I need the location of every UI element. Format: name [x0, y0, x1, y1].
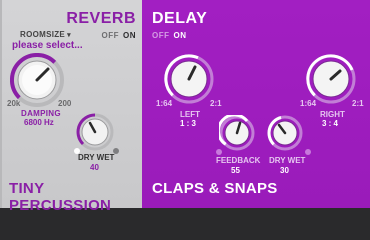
reverb-on-label[interactable]: ON	[123, 31, 136, 40]
delay-title: DELAY	[152, 10, 208, 27]
delay-left-label: LEFT	[180, 110, 200, 119]
delay-feedback-label: FEEDBACK	[216, 156, 261, 165]
delay-left-knob[interactable]	[164, 54, 214, 104]
delay-feedback-min-dot	[216, 149, 222, 155]
roomsize-select[interactable]: please select...	[12, 40, 83, 51]
dropdown-caret-icon[interactable]: ▾	[67, 32, 71, 39]
delay-right-max-label: 2:1	[352, 99, 364, 108]
delay-off-label[interactable]: OFF	[152, 31, 170, 40]
delay-preset-name: CLAPS & SNAPS	[152, 180, 278, 197]
delay-drywet-value: 30	[280, 166, 289, 175]
reverb-off-label[interactable]: OFF	[102, 31, 120, 40]
delay-left-min-label: 1:64	[156, 99, 173, 108]
delay-feedback-knob[interactable]	[219, 115, 255, 151]
reverb-onoff-toggle[interactable]: OFF ON	[102, 31, 137, 40]
delay-on-label[interactable]: ON	[174, 31, 187, 40]
reverb-panel: REVERB OFF ON ROOMSIZE ▾ please select... …	[0, 0, 142, 214]
delay-right-label: RIGHT	[320, 110, 345, 119]
delay-drywet-wet-dot	[305, 149, 311, 155]
delay-right-knob[interactable]	[306, 54, 356, 104]
delay-onoff-toggle[interactable]: OFF ON	[152, 31, 187, 40]
delay-right-min-label: 1:64	[300, 99, 317, 108]
damping-min-label: 20k	[7, 99, 21, 108]
delay-right-value: 3 : 4	[322, 119, 339, 128]
reverb-drywet-knob[interactable]	[76, 113, 114, 151]
reverb-drywet-label: DRY WET	[78, 153, 115, 162]
delay-left-value: 1 : 3	[180, 119, 197, 128]
damping-max-label: 200	[58, 99, 72, 108]
delay-drywet-label: DRY WET	[269, 156, 306, 165]
reverb-title: REVERB	[66, 10, 136, 27]
delay-left-max-label: 2:1	[210, 99, 222, 108]
reverb-preset-name: TINY PERCUSSION	[9, 180, 112, 214]
reverb-drywet-value: 40	[90, 163, 99, 172]
delay-feedback-value: 55	[231, 166, 240, 175]
delay-drywet-knob[interactable]	[267, 115, 303, 151]
roomsize-label-text: ROOMSIZE	[20, 30, 66, 39]
fx-panel: REVERB OFF ON ROOMSIZE ▾ please select... …	[0, 0, 370, 214]
roomsize-label[interactable]: ROOMSIZE ▾	[20, 30, 71, 39]
delay-panel: DELAY OFF ON 1:64 2:1 LEFT 1 : 3 1:64 2:1…	[142, 0, 370, 208]
damping-label: DAMPING	[21, 109, 61, 118]
damping-value: 6800 Hz	[24, 118, 54, 127]
